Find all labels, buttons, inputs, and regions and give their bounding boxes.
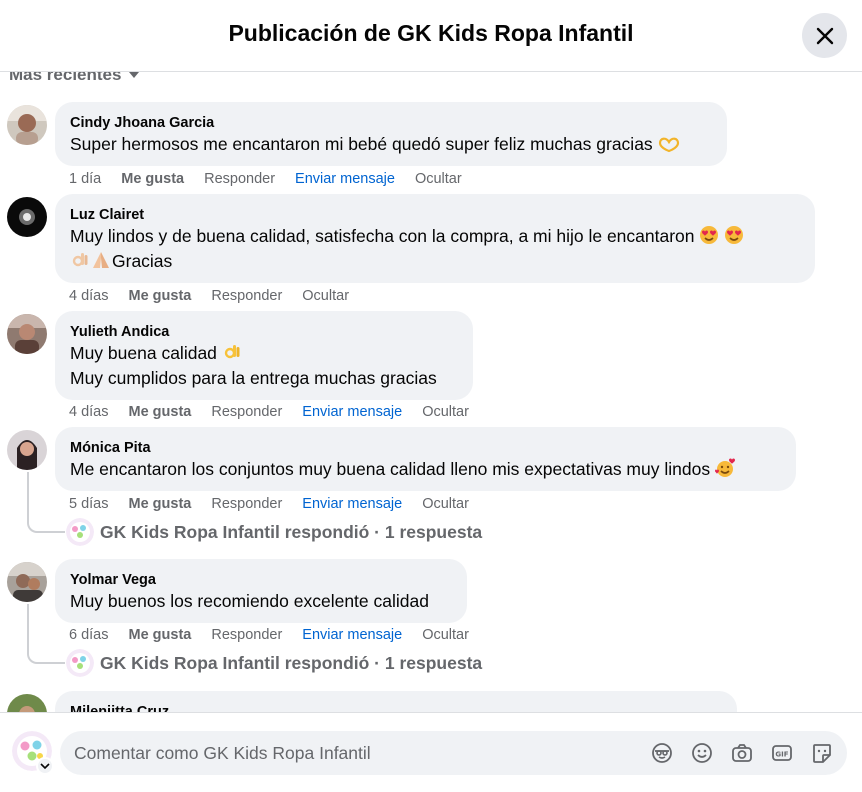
like-button[interactable]: Me gusta [129,288,192,304]
comment-bubble: Yolmar Vega Muy buenos los recomiendo ex… [55,559,467,623]
like-button[interactable]: Me gusta [129,404,192,420]
camera-icon[interactable] [731,742,753,764]
reply-button[interactable]: Responder [211,288,282,304]
hide-button[interactable]: Ocultar [422,627,469,643]
hide-button[interactable]: Ocultar [422,496,469,512]
comment-input[interactable] [60,731,620,775]
send-message-link[interactable]: Enviar mensaje [302,627,402,643]
reply-connector [27,604,65,664]
emoji-icon[interactable] [691,742,713,764]
like-button[interactable]: Me gusta [129,627,192,643]
send-message-link[interactable]: Enviar mensaje [302,496,402,512]
comment-time[interactable]: 5 días [69,496,109,512]
comment-bubble: Yulieth Andica Muy buena calidad Muy cum… [55,311,473,400]
comment-author[interactable]: Luz Clairet [70,206,800,224]
chevron-down-icon [40,763,50,770]
comment-time[interactable]: 4 días [69,404,109,420]
comment-time[interactable]: 4 días [69,288,109,304]
comment-actions: 4 días Me gusta Responder Enviar mensaje… [69,404,489,420]
avatar[interactable] [7,105,47,145]
comment-text: Muy buena calidad Muy cumplidos para la … [70,343,437,388]
avatar[interactable] [7,314,47,354]
heart-eyes-emoji-icon [700,226,719,244]
avatar[interactable] [7,694,47,712]
comment-author[interactable]: Yolmar Vega [70,571,452,589]
reply-connector [27,472,65,533]
send-message-link[interactable]: Enviar mensaje [302,404,402,420]
hide-button[interactable]: Ocultar [422,404,469,420]
comment-text: Muy buenos los recomiendo excelente cali… [70,591,429,611]
avatar[interactable] [7,430,47,470]
close-button[interactable] [802,13,847,58]
sticker-icon[interactable] [811,742,833,764]
comment-text: Me encantaron los conjuntos muy buena ca… [70,457,781,482]
comment-author[interactable]: Yulieth Andica [70,323,458,341]
replies-label: GK Kids Ropa Infantil respondió · 1 resp… [100,521,483,542]
sort-dropdown[interactable]: Más recientes [9,72,140,85]
page-title: Publicación de GK Kids Ropa Infantil [228,20,634,46]
svg-text:GIF: GIF [775,751,788,759]
like-button[interactable]: Me gusta [121,171,184,187]
heart-hands-emoji-icon [658,137,679,153]
dialog-header: Publicación de GK Kids Ropa Infantil [0,0,862,72]
comment-time[interactable]: 6 días [69,627,109,643]
comment-actions: 5 días Me gusta Responder Enviar mensaje… [69,496,489,512]
avatar-sticker-icon[interactable] [651,742,673,764]
comment-bubble: Luz Clairet Muy lindos y de buena calida… [55,194,815,283]
hide-button[interactable]: Ocultar [302,288,349,304]
hide-button[interactable]: Ocultar [415,171,462,187]
reply-button[interactable]: Responder [211,627,282,643]
send-message-link[interactable]: Enviar mensaje [295,171,395,187]
page-avatar [66,518,94,546]
avatar[interactable] [7,197,47,237]
page-avatar [66,649,94,677]
comments-list: Más recientes Cindy Jhoana Garcia Super … [0,72,862,712]
close-icon [816,27,833,44]
reply-button[interactable]: Responder [204,171,275,187]
like-button[interactable]: Me gusta [129,496,192,512]
caret-down-icon [129,72,140,78]
reply-button[interactable]: Responder [211,496,282,512]
comment-text: Muy lindos y de buena calidad, satisfech… [70,224,800,274]
reply-button[interactable]: Responder [211,404,282,420]
smiling-hearts-emoji-icon [714,458,735,477]
avatar[interactable] [7,562,47,602]
comment-author[interactable]: Cindy Jhoana Garcia [70,114,712,132]
comment-author[interactable]: Mónica Pita [70,439,781,457]
comment-input-wrapper: GIF [60,731,847,775]
comment-composer-bar: GIF [0,712,862,792]
comment-actions: 6 días Me gusta Responder Enviar mensaje… [69,627,489,643]
comment-bubble: Cindy Jhoana Garcia Super hermosos me en… [55,102,727,166]
sort-label: Más recientes [9,72,122,84]
gif-icon[interactable]: GIF [771,742,793,764]
view-replies-link[interactable]: GK Kids Ropa Infantil respondió · 1 resp… [66,649,482,677]
replies-label: GK Kids Ropa Infantil respondió · 1 resp… [100,652,483,673]
ok-hand-emoji-icon [72,253,88,267]
heart-eyes-emoji-icon [725,226,744,244]
comment-actions: 1 día Me gusta Responder Enviar mensaje … [69,171,482,187]
comment-bubble: Milenjitta Cruz [55,691,737,712]
ok-hand-emoji-icon [224,345,240,359]
view-replies-link[interactable]: GK Kids Ropa Infantil respondió · 1 resp… [66,518,482,546]
comment-author[interactable]: Milenjitta Cruz [70,703,722,712]
praying-hands-emoji-icon [93,252,109,268]
switch-profile-button[interactable] [36,757,54,775]
comment-text: Super hermosos me encantaron mi bebé que… [70,132,712,157]
comment-actions: 4 días Me gusta Responder Ocultar [69,288,369,304]
comment-time[interactable]: 1 día [69,171,101,187]
comment-bubble: Mónica Pita Me encantaron los conjuntos … [55,427,796,491]
